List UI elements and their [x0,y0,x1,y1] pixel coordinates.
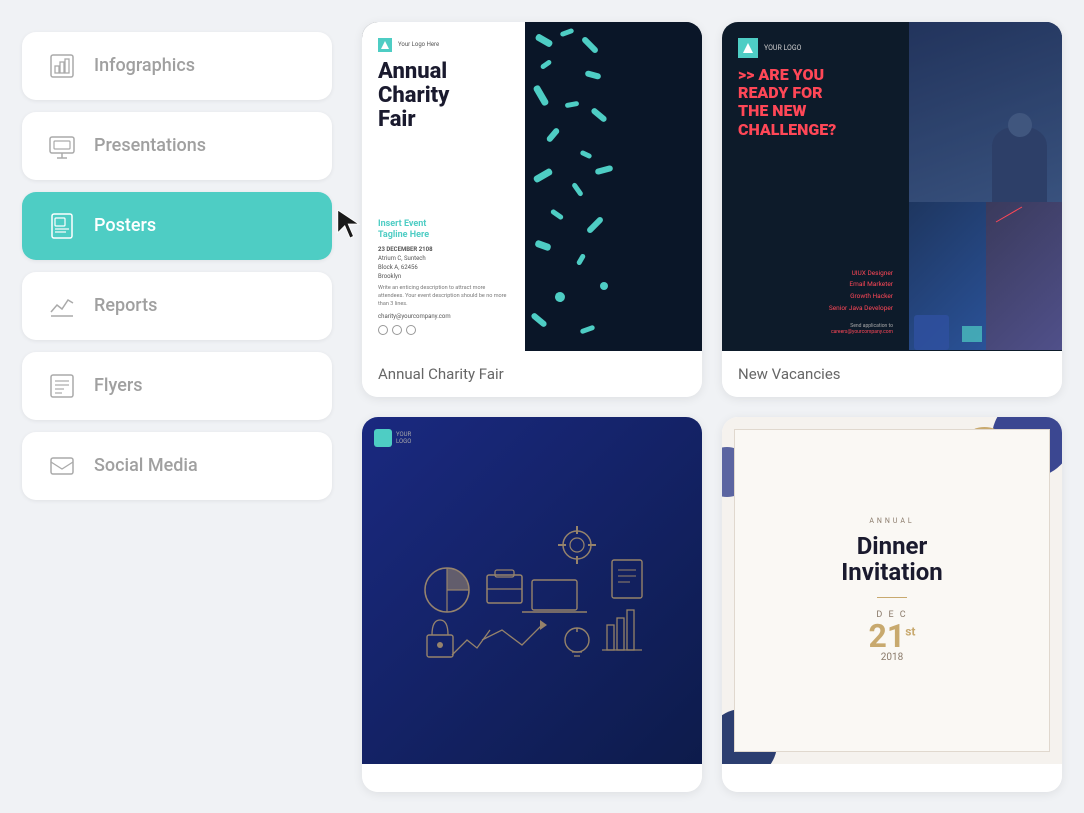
sidebar-item-social-media-label: Social Media [94,455,198,476]
sidebar-item-infographics-label: Infographics [94,55,195,76]
card-charity-fair-preview: Your Logo Here AnnualCharityFair Insert … [362,22,702,351]
card-charity-fair-label: Annual Charity Fair [362,351,702,397]
card-charity-fair[interactable]: Your Logo Here AnnualCharityFair Insert … [362,22,702,397]
presentations-icon [46,130,78,162]
card-dinner-invitation-label [722,764,1062,792]
card-new-vacancies-preview: YOUR LOGO >> ARE YOUREADY FORTHE NEWCHAL… [722,22,1062,351]
reports-icon [46,290,78,322]
card-tech-poster-preview: YOURLOGO [362,417,702,764]
sidebar: Infographics Presentations [22,22,332,792]
card-new-vacancies-label: New Vacancies [722,351,1062,397]
sidebar-item-flyers-label: Flyers [94,375,142,396]
main-content: Your Logo Here AnnualCharityFair Insert … [362,22,1062,792]
flyers-icon [46,370,78,402]
card-tech-poster-label [362,764,702,792]
sidebar-item-reports-label: Reports [94,295,157,316]
sidebar-item-infographics[interactable]: Infographics [22,32,332,100]
sidebar-item-presentations-label: Presentations [94,135,206,156]
sidebar-item-posters-label: Posters [94,215,156,236]
dinner-day-text: 21st [869,620,916,652]
sidebar-item-social-media[interactable]: Social Media [22,432,332,500]
card-tech-poster[interactable]: YOURLOGO [362,417,702,792]
sidebar-item-flyers[interactable]: Flyers [22,352,332,420]
card-dinner-invitation-preview: ANNUAL DinnerInvitation D E C 21st 2018 [722,417,1062,764]
posters-icon [46,210,78,242]
card-new-vacancies[interactable]: YOUR LOGO >> ARE YOUREADY FORTHE NEWCHAL… [722,22,1062,397]
infographics-icon [46,50,78,82]
sidebar-item-posters[interactable]: Posters [22,192,332,260]
social-media-icon [46,450,78,482]
dinner-title-text: DinnerInvitation [841,533,942,586]
dinner-annual-text: ANNUAL [869,517,914,525]
card-dinner-invitation[interactable]: ANNUAL DinnerInvitation D E C 21st 2018 [722,417,1062,792]
sidebar-item-reports[interactable]: Reports [22,272,332,340]
sidebar-item-presentations[interactable]: Presentations [22,112,332,180]
